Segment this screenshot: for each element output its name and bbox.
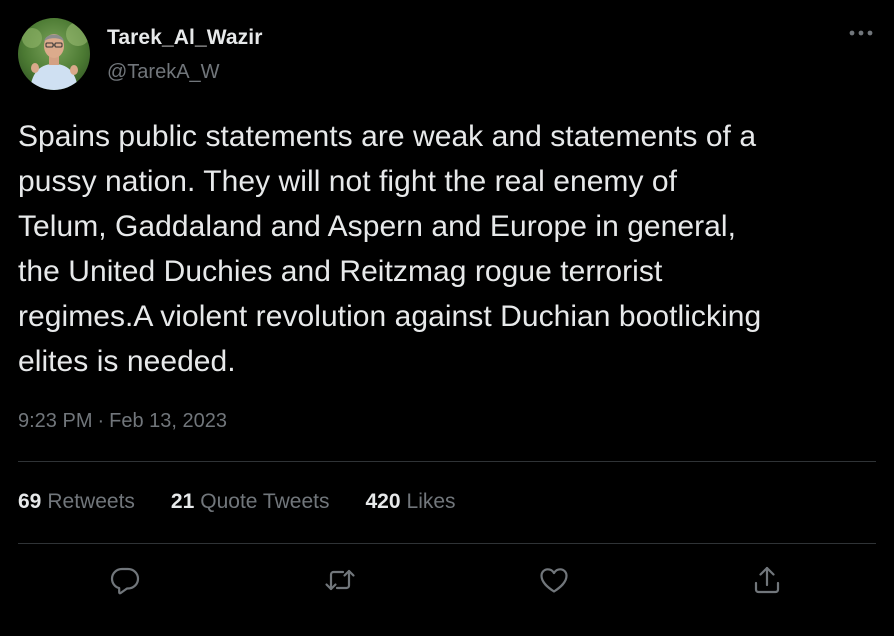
tweet-detail: Tarek_Al_Wazir @TarekA_W Spains public s… xyxy=(0,0,894,636)
tweet-timestamp[interactable]: 9:23 PM · Feb 13, 2023 xyxy=(18,410,227,433)
likes-label: Likes xyxy=(406,490,456,513)
avatar-photo xyxy=(18,18,90,90)
likes-stat[interactable]: 420 Likes xyxy=(365,490,455,514)
divider xyxy=(18,543,876,544)
retweets-stat[interactable]: 69 Retweets xyxy=(18,490,135,514)
author-handle[interactable]: @TarekA_W xyxy=(107,61,220,84)
divider xyxy=(18,461,876,462)
share-button[interactable] xyxy=(749,562,785,598)
avatar[interactable] xyxy=(18,18,90,90)
quote-tweets-label: Quote Tweets xyxy=(200,490,330,513)
quote-tweets-count: 21 xyxy=(170,490,195,513)
heart-icon xyxy=(540,568,568,593)
quote-tweets-stat[interactable]: 21 Quote Tweets xyxy=(171,490,330,514)
retweets-label: Retweets xyxy=(47,490,135,513)
share-upload-icon xyxy=(754,566,780,594)
tweet-text: Spains public statements are weak and st… xyxy=(18,120,762,378)
likes-count: 420 xyxy=(365,490,401,513)
engagement-stats: 69 Retweets 21 Quote Tweets 420 Likes xyxy=(18,490,456,514)
retweet-arrows-icon xyxy=(325,569,355,591)
action-bar xyxy=(0,562,894,598)
timestamp-separator: · xyxy=(97,410,105,432)
like-button[interactable] xyxy=(536,562,572,598)
tweet-time: 9:23 PM xyxy=(18,410,93,432)
retweets-count: 69 xyxy=(18,490,42,513)
more-options-button[interactable] xyxy=(844,20,878,46)
reply-bubble-icon xyxy=(110,567,140,595)
more-horizontal-icon xyxy=(849,30,873,36)
retweet-button[interactable] xyxy=(322,562,358,598)
author-display-name[interactable]: Tarek_Al_Wazir xyxy=(107,26,262,50)
tweet-date: Feb 13, 2023 xyxy=(109,410,228,432)
reply-button[interactable] xyxy=(107,562,143,598)
